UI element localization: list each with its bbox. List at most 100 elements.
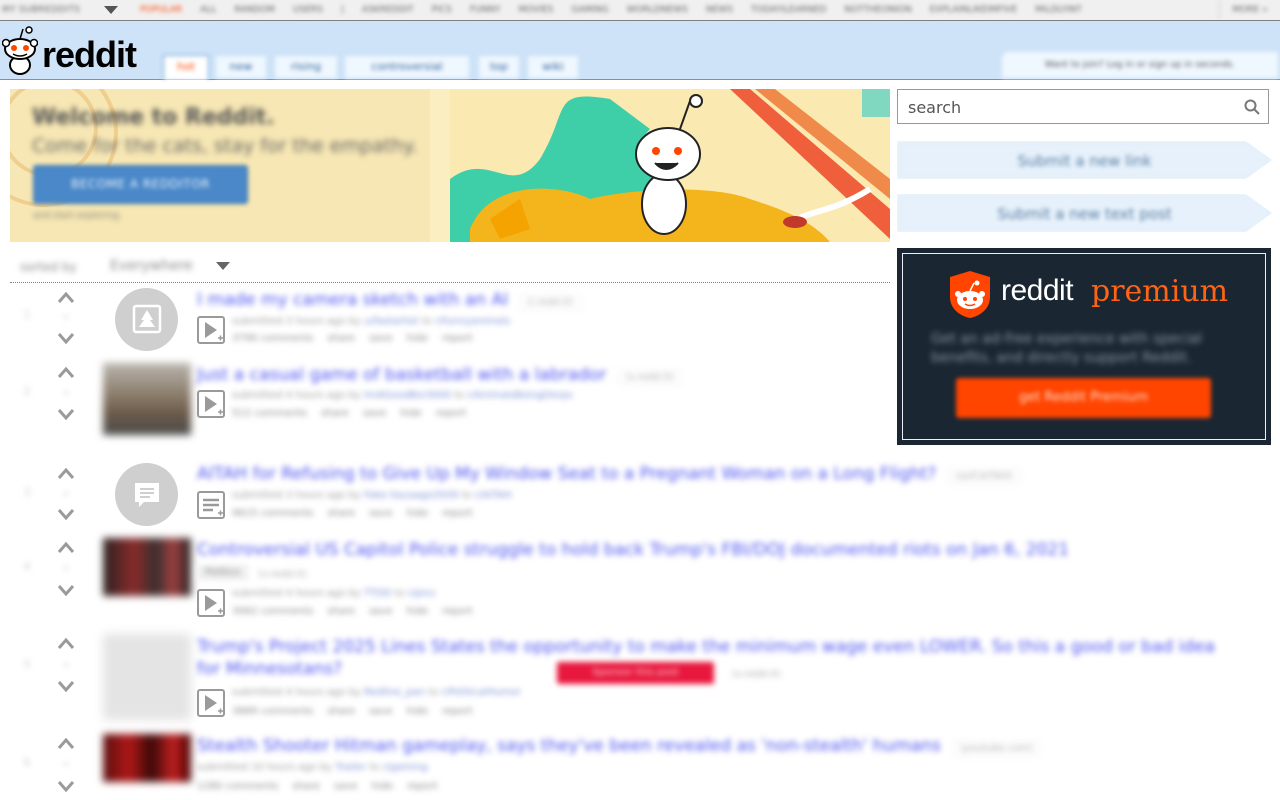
downvote-arrow-icon[interactable] [56,506,76,522]
video-post-thumbnail[interactable] [103,538,191,596]
downvote-arrow-icon[interactable] [56,678,76,694]
downvote-arrow-icon[interactable] [56,406,76,422]
post-tagline: submitted 10 hours ago by Trailer to r/g… [197,762,428,773]
video-post-thumbnail[interactable] [103,634,191,720]
chevron-down-icon[interactable] [104,6,118,14]
post-score: • [62,311,70,324]
subreddit-link[interactable]: WORLDNEWS [627,5,688,15]
tab-new[interactable]: new [215,55,267,78]
banner-tagline: Come for the cats, stay for the empathy. [32,135,418,157]
subreddit-separator: | [340,5,344,15]
post-title[interactable]: Controversial US Capitol Police struggle… [197,540,1069,560]
downvote-arrow-icon[interactable] [56,778,76,794]
post-title[interactable]: Stealth Shooter Hitman gameplay, says th… [197,736,1041,756]
post-rank: 4 [23,560,31,573]
tab-rising[interactable]: rising [274,55,338,78]
post-score: • [62,659,70,672]
text-post-thumbnail[interactable] [115,463,178,526]
post-actions[interactable]: 3790 comments share save hide report [232,333,487,344]
post-domain[interactable]: (v.redd.it) [732,669,781,680]
sort-dropdown[interactable]: Everywhere [110,258,193,274]
sort-bar: sorted by Everywhere [10,256,890,283]
reddit-wordmark[interactable]: reddit [42,35,137,75]
post-actions[interactable]: 512 comments share save hide report [232,408,480,419]
list-item: 6 • Stealth Shooter Hitman gameplay, say… [10,734,1270,800]
post-tagline: submitted 4 hours ago by ImAGoodBoi3000 … [232,390,573,401]
site-header: reddit hot new rising controversial top … [0,21,1280,80]
subreddit-link[interactable]: MOVIES [518,5,553,15]
post-title[interactable]: AITAH for Refusing to Give Up My Window … [197,464,1020,484]
chevron-down-icon[interactable] [216,262,230,270]
submit-text-label: Submit a new text post [997,205,1172,223]
login-signup-box[interactable]: Want to join? Log in or sign up in secon… [1002,52,1278,78]
post-title[interactable]: Just a casual game of basketball with a … [197,365,681,385]
video-post-thumbnail[interactable] [103,734,191,782]
post-score: • [62,488,70,501]
upvote-arrow-icon[interactable] [56,365,76,381]
post-flair: Politics [197,565,248,580]
video-post-thumbnail[interactable] [103,363,191,435]
post-actions[interactable]: 9615 comments share save hide report [232,508,487,519]
text-post-icon [135,483,159,507]
submit-text-button[interactable]: Submit a new text post [897,194,1272,232]
upvote-arrow-icon[interactable] [56,290,76,306]
more-subreddits-link[interactable]: MORE » [1219,0,1280,20]
post-title[interactable]: I made my camera sketch with an AI (i.red… [197,290,581,310]
snoo-illustration-icon [450,89,890,242]
subreddit-link[interactable]: MILDLYINT [1035,5,1082,15]
image-post-thumbnail[interactable] [115,288,178,351]
expand-video-icon[interactable] [197,390,225,418]
expand-video-icon[interactable] [197,589,225,617]
subreddit-link[interactable]: ALL [200,5,216,15]
become-redditor-button[interactable]: BECOME A REDDITOR [33,165,248,204]
upvote-arrow-icon[interactable] [56,736,76,752]
search-input[interactable] [906,90,1230,125]
subreddit-link[interactable]: EXPLAINLIKEIMFIVE [930,5,1017,15]
post-title[interactable]: Trump's Project 2025 Lines States the op… [197,636,1237,680]
post-actions[interactable]: 3062 comments share save hide report [232,606,487,617]
upvote-arrow-icon[interactable] [56,540,76,556]
expand-video-icon[interactable] [197,316,225,344]
subreddit-link[interactable]: RANDOM [234,5,275,15]
post-rank: 5 [23,658,31,671]
list-item: 4 • Controversial US Capitol Police stru… [10,538,1270,628]
upvote-arrow-icon[interactable] [56,466,76,482]
post-score: • [62,758,70,771]
post-actions[interactable]: 1280 comments share save hide report [197,781,452,792]
snoo-logo-icon[interactable] [2,25,38,75]
subreddit-link[interactable]: PICS [432,5,452,15]
downvote-arrow-icon[interactable] [56,330,76,346]
subreddit-link[interactable]: USERS [293,5,323,15]
my-subreddits-dropdown[interactable]: MY SUBREDDITS [2,0,80,20]
tab-hot[interactable]: hot [163,55,209,80]
tab-top[interactable]: top [478,55,520,78]
submit-link-button[interactable]: Submit a new link [897,141,1272,179]
sort-label: sorted by [20,260,77,274]
expand-video-icon[interactable] [197,689,225,717]
tab-wiki[interactable]: wiki [527,55,579,78]
downvote-arrow-icon[interactable] [56,582,76,598]
post-domain[interactable]: (v.redd.it) [258,569,307,580]
tab-controversial[interactable]: controversial [344,55,470,78]
banner-subtext: and start exploring. [33,211,122,221]
expand-text-icon[interactable] [197,491,225,519]
post-actions[interactable]: 3889 comments share save hide report [232,706,487,717]
subreddit-link[interactable]: FUNNY [470,5,501,15]
sponsor-badge[interactable]: Sponsor this post [557,662,714,684]
search-icon[interactable] [1244,99,1260,115]
list-item: 3 • AITAH for Refusing to Give Up My Win… [10,462,1270,532]
post-tagline: submitted 3 hours ago by Fake-Sausage293… [232,490,512,501]
subreddit-link[interactable]: GAMING [571,5,608,15]
subreddit-link[interactable]: POPULAR [140,5,182,15]
post-rank: 3 [23,486,31,499]
image-placeholder-icon [132,304,162,334]
upvote-arrow-icon[interactable] [56,636,76,652]
subreddit-link[interactable]: ASKREDDIT [362,5,414,15]
post-tagline: submitted 4 hours ago by TTDD to r/pics [232,588,436,599]
welcome-banner: Welcome to Reddit. Come for the cats, st… [10,89,890,242]
subreddit-link[interactable]: NEWS [706,5,733,15]
subreddit-link[interactable]: TODAYILEARNED [751,5,826,15]
subreddit-link[interactable]: NOTTHEONION [844,5,911,15]
post-tagline: submitted 4 hours ago by Redline_pan to … [232,687,522,698]
post-rank: 2 [23,385,31,398]
